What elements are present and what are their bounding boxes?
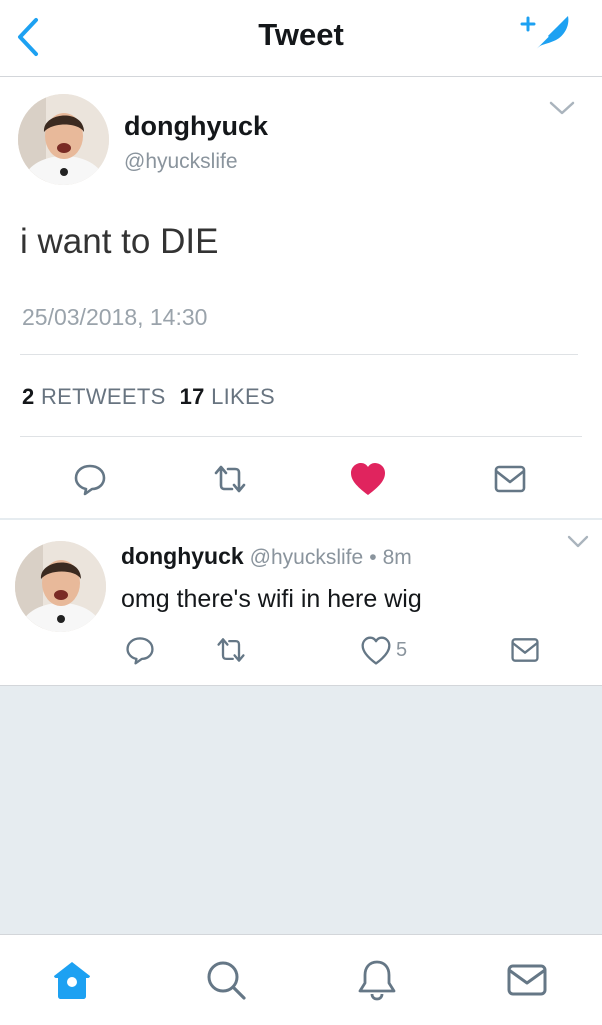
like-heart-filled-icon[interactable] [350, 462, 386, 498]
messages-icon[interactable] [505, 958, 549, 1002]
reply-author-handle[interactable]: @hyuckslife [250, 546, 364, 569]
tweet-timestamp: 25/03/2018, 14:30 [22, 304, 208, 330]
section-divider [0, 518, 602, 520]
retweets-count[interactable]: 2 [22, 384, 35, 409]
tweet-text: i want to DIE [20, 222, 219, 261]
tweet-stats: 2 RETWEETS 17 LIKES [22, 384, 275, 410]
reply-icon[interactable] [124, 634, 156, 666]
divider [20, 436, 582, 437]
reply-author-name[interactable]: donghyuck [121, 543, 244, 569]
reply-avatar[interactable] [15, 541, 106, 632]
like-heart-icon[interactable] [360, 635, 392, 667]
notifications-icon[interactable] [355, 958, 399, 1002]
home-icon[interactable] [50, 958, 94, 1002]
avatar-photo [18, 94, 109, 185]
author-handle[interactable]: @hyuckslife [124, 150, 238, 174]
direct-message-icon[interactable] [492, 461, 528, 497]
reply-like-count: 5 [396, 639, 408, 661]
retweet-icon[interactable] [212, 461, 248, 497]
direct-message-icon[interactable] [509, 634, 541, 666]
empty-timeline-area [0, 686, 602, 934]
chevron-down-icon[interactable] [566, 533, 590, 551]
reply-header: donghyuck @hyuckslife • 8m [121, 543, 412, 570]
retweet-icon[interactable] [215, 634, 247, 666]
divider [20, 354, 578, 355]
avatar-photo [15, 541, 106, 632]
compose-feather-icon[interactable] [518, 10, 574, 58]
search-icon[interactable] [204, 958, 248, 1002]
retweets-label[interactable]: RETWEETS [41, 384, 166, 409]
avatar[interactable] [18, 94, 109, 185]
page-title: Tweet [258, 17, 344, 52]
reply-icon[interactable] [72, 461, 108, 497]
reply-text: omg there's wifi in here wig [121, 585, 422, 613]
author-name[interactable]: donghyuck [124, 111, 268, 142]
likes-label[interactable]: LIKES [211, 384, 275, 409]
meta-separator: • [369, 546, 377, 569]
reply-age: 8m [382, 546, 412, 569]
chevron-down-icon[interactable] [548, 98, 576, 118]
likes-count[interactable]: 17 [180, 384, 205, 409]
